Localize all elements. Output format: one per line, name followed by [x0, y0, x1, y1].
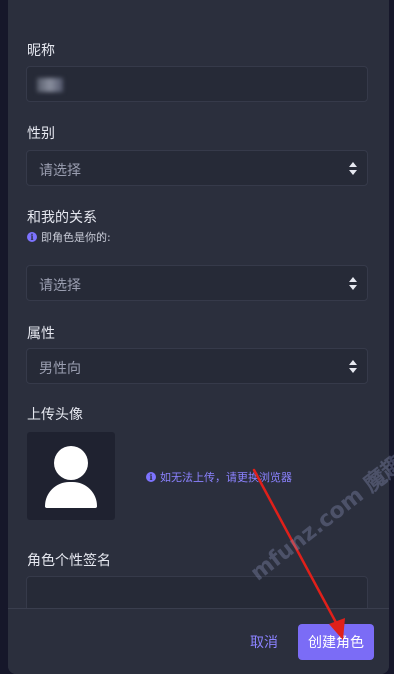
relation-hint: i 即角色是你的: — [27, 229, 111, 245]
info-icon: i — [146, 472, 156, 482]
sort-arrows-icon — [349, 162, 357, 175]
relation-hint-text: 即角色是你的: — [41, 231, 111, 244]
user-silhouette-shoulders — [45, 482, 97, 508]
info-icon: i — [27, 232, 37, 242]
avatar-upload-hint: i 如无法上传，请更换浏览器 — [146, 469, 292, 485]
sort-arrows-icon — [349, 277, 357, 290]
create-character-dialog: 昵称 性别 请选择 和我的关系 i 即角色是你的: 请选择 属性 男性向 上传头… — [8, 0, 389, 674]
sort-arrows-icon — [349, 360, 357, 373]
signature-label: 角色个性签名 — [27, 553, 111, 569]
relation-select[interactable]: 请选择 — [26, 265, 368, 301]
nickname-input[interactable] — [26, 66, 368, 102]
avatar-upload-hint-text: 如无法上传，请更换浏览器 — [160, 471, 292, 484]
attribute-label: 属性 — [27, 326, 55, 342]
attribute-select-value: 男性向 — [39, 361, 81, 377]
nickname-blurred-value — [37, 78, 63, 92]
nickname-label: 昵称 — [27, 43, 55, 59]
relation-label: 和我的关系 — [27, 210, 97, 226]
gender-select[interactable]: 请选择 — [26, 150, 368, 186]
dialog-footer: 取消 创建角色 — [8, 608, 389, 674]
create-character-button[interactable]: 创建角色 — [298, 624, 374, 660]
avatar-upload-area[interactable] — [27, 432, 115, 520]
cancel-button[interactable]: 取消 — [242, 625, 286, 659]
user-silhouette-icon — [54, 446, 88, 480]
avatar-upload-label: 上传头像 — [27, 407, 83, 423]
gender-select-value: 请选择 — [39, 163, 81, 179]
attribute-select[interactable]: 男性向 — [26, 348, 368, 384]
signature-textarea[interactable] — [26, 576, 368, 608]
relation-select-value: 请选择 — [39, 278, 81, 294]
gender-label: 性别 — [27, 126, 55, 142]
